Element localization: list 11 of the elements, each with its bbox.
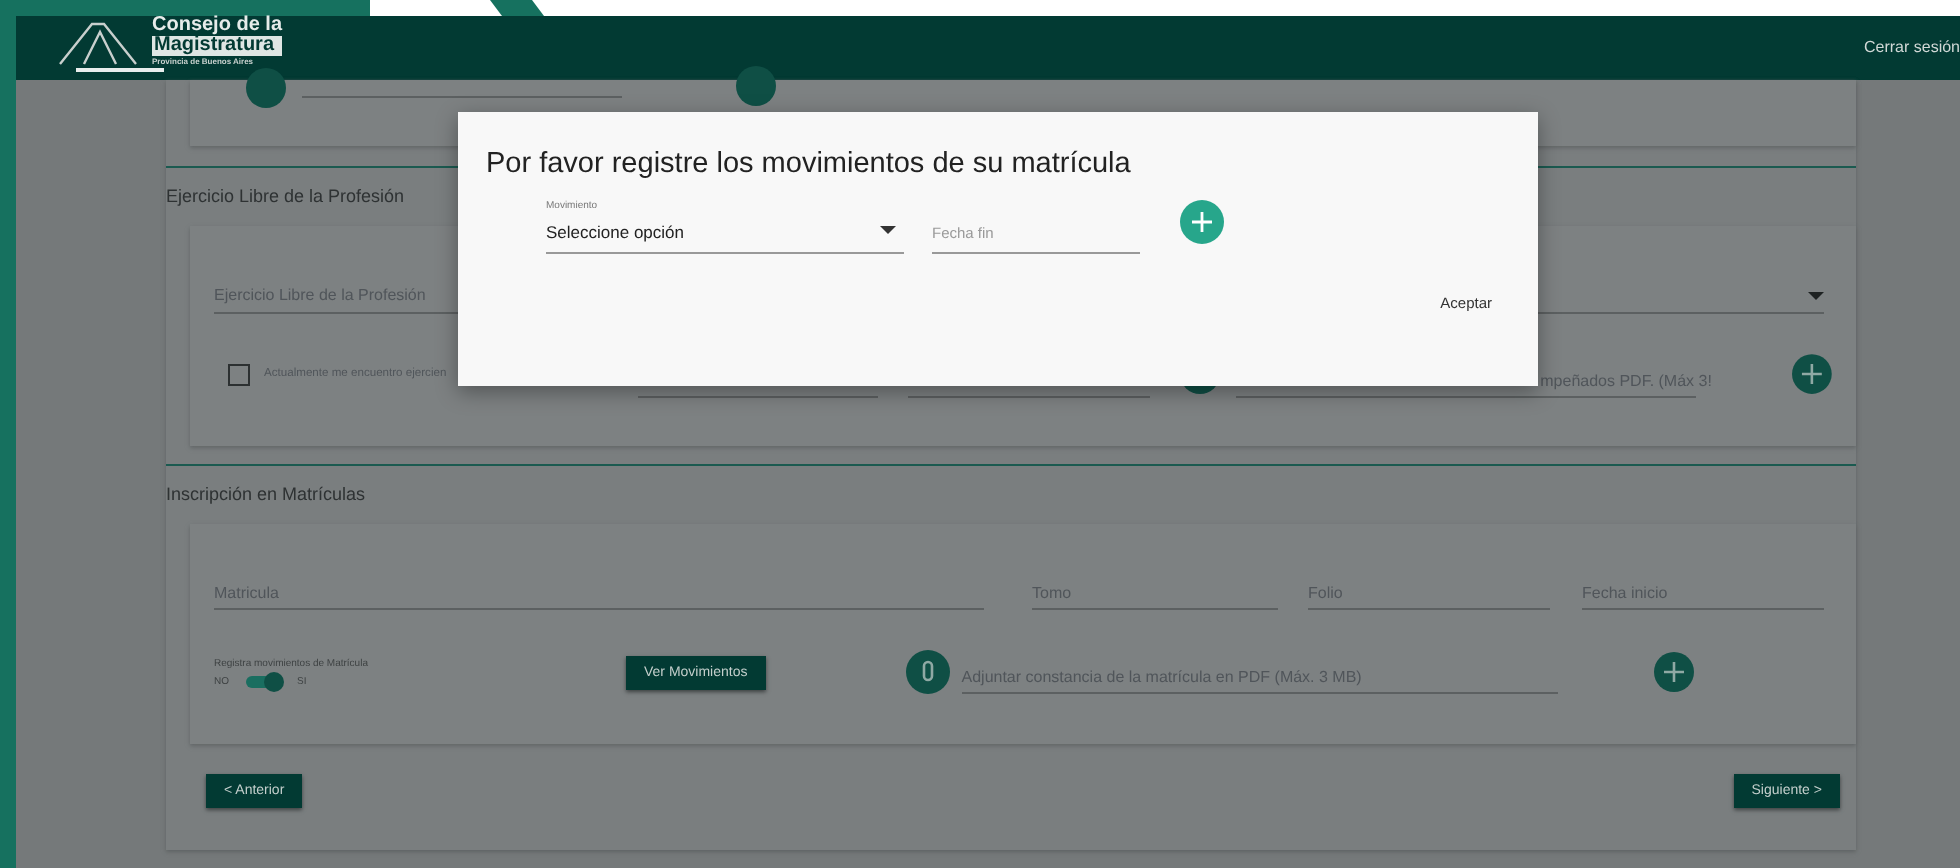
modal-title: Por favor registre los movimientos de su matrícula — [486, 148, 1133, 180]
caret-icon — [1808, 291, 1824, 299]
caret-icon — [880, 226, 896, 234]
logout-link[interactable]: Cerrar sesión — [1863, 38, 1960, 56]
section-title: Ejercicio Libre de la Profesión — [166, 184, 405, 210]
section-title: Inscripción en Matrículas — [166, 482, 366, 508]
checkbox[interactable] — [228, 363, 250, 385]
logo-title: Magistratura — [152, 36, 283, 56]
toggle-switch[interactable] — [245, 675, 281, 687]
logo-title: Consejo de la — [152, 16, 283, 36]
paperclip-icon[interactable] — [905, 650, 950, 694]
